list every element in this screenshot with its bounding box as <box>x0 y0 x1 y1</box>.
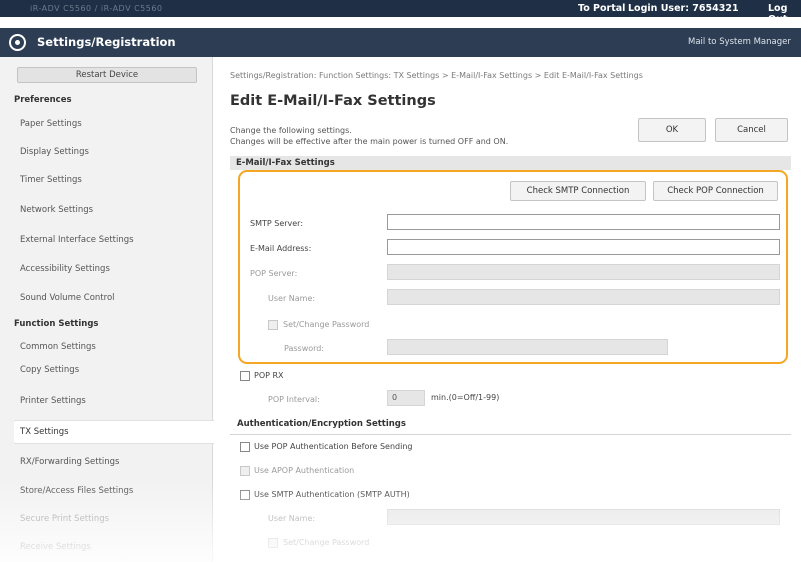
sidebar-item-rx-forwarding-settings[interactable]: RX/Forwarding Settings <box>20 457 120 467</box>
preferences-heading: Preferences <box>14 95 72 105</box>
pop-interval-input[interactable]: 0 <box>387 390 425 406</box>
pop-interval-label: POP Interval: <box>268 395 320 404</box>
sidebar-item-printer-settings[interactable]: Printer Settings <box>20 396 86 406</box>
sidebar-item-common-settings[interactable]: Common Settings <box>20 342 96 352</box>
title-bar: Settings/Registration Mail to System Man… <box>0 28 801 57</box>
sidebar-item-copy-settings[interactable]: Copy Settings <box>20 365 79 375</box>
use-smtp-auth-checkbox[interactable] <box>240 490 250 500</box>
sidebar-item-receive-settings[interactable]: Receive Settings <box>20 542 91 552</box>
use-pop-auth-label: Use POP Authentication Before Sending <box>254 442 413 451</box>
to-portal-link[interactable]: To Portal <box>578 3 625 14</box>
cancel-button[interactable]: Cancel <box>715 118 788 142</box>
instruction-line-2: Changes will be effective after the main… <box>230 137 509 146</box>
pop-interval-unit: min.(0=Off/1-99) <box>431 393 500 402</box>
use-apop-label: Use APOP Authentication <box>254 466 355 475</box>
sidebar-item-network-settings[interactable]: Network Settings <box>20 205 93 215</box>
email-ifax-settings-heading: E-Mail/I-Fax Settings <box>230 156 791 170</box>
breadcrumb: Settings/Registration: Function Settings… <box>230 71 643 80</box>
sidebar: Restart Device Preferences Paper Setting… <box>0 57 214 562</box>
auth-encryption-heading: Authentication/Encryption Settings <box>237 419 406 429</box>
pop-rx-label: POP RX <box>254 371 284 380</box>
restart-device-button[interactable]: Restart Device <box>17 67 197 83</box>
device-name: iR-ADV C5560 / iR-ADV C5560 <box>30 4 163 13</box>
use-pop-auth-checkbox[interactable] <box>240 442 250 452</box>
smtp-set-change-password-label: Set/Change Password <box>283 538 370 547</box>
sidebar-item-accessibility-settings[interactable]: Accessibility Settings <box>20 264 110 274</box>
sidebar-item-external-interface-settings[interactable]: External Interface Settings <box>20 235 134 245</box>
sidebar-item-timer-settings[interactable]: Timer Settings <box>20 175 82 185</box>
page-title: Edit E-Mail/I-Fax Settings <box>230 93 436 109</box>
mail-to-system-manager-link[interactable]: Mail to System Manager <box>688 37 791 47</box>
sidebar-item-secure-print-settings[interactable]: Secure Print Settings <box>20 514 109 524</box>
function-settings-heading: Function Settings <box>14 319 99 329</box>
sidebar-item-tx-settings[interactable]: TX Settings <box>14 420 214 444</box>
instruction-line-1: Change the following settings. <box>230 126 352 135</box>
smtp-user-name-label: User Name: <box>268 514 316 523</box>
use-smtp-auth-label: Use SMTP Authentication (SMTP AUTH) <box>254 490 410 499</box>
sidebar-item-sound-volume-control[interactable]: Sound Volume Control <box>20 293 115 303</box>
sidebar-item-display-settings[interactable]: Display Settings <box>20 147 89 157</box>
section-divider <box>230 434 791 435</box>
smtp-set-change-password-checkbox[interactable] <box>268 538 278 548</box>
use-apop-checkbox[interactable] <box>240 466 250 476</box>
top-bar: iR-ADV C5560 / iR-ADV C5560 To Portal Lo… <box>0 0 801 25</box>
ok-button[interactable]: OK <box>638 118 706 142</box>
settings-gear-icon <box>9 34 26 51</box>
highlight-frame <box>238 170 788 364</box>
logout-link[interactable]: Log Out <box>768 3 801 25</box>
smtp-user-name-input[interactable] <box>387 509 780 525</box>
pop-rx-checkbox[interactable] <box>240 371 250 381</box>
login-user-label: Login User: 7654321 <box>628 3 739 14</box>
instructions: Change the following settings. Changes w… <box>230 125 508 147</box>
sidebar-item-paper-settings[interactable]: Paper Settings <box>20 119 82 129</box>
sidebar-item-store-access-files-settings[interactable]: Store/Access Files Settings <box>20 486 133 496</box>
app-title: Settings/Registration <box>37 35 176 49</box>
